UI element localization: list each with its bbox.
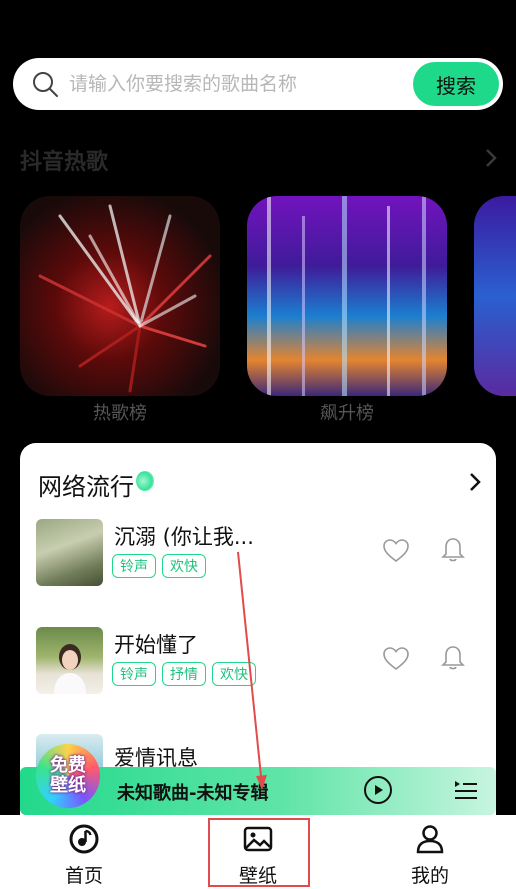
nav-item-profile[interactable]: 我的 (370, 815, 490, 889)
song-tag: 铃声 (112, 662, 156, 686)
bell-icon[interactable] (441, 645, 465, 671)
chart-card-third[interactable] (474, 196, 516, 396)
bell-icon[interactable] (441, 537, 465, 563)
title-accent-dot (136, 471, 154, 491)
song-tag: 抒情 (162, 662, 206, 686)
now-playing-text: 未知歌曲-未知专辑 (117, 783, 269, 804)
song-tag: 欢快 (162, 554, 206, 578)
user-icon (416, 825, 444, 854)
chevron-right-icon[interactable] (468, 472, 482, 492)
badge-text: 免费 (50, 755, 86, 776)
play-button[interactable] (364, 776, 392, 804)
search-button[interactable]: 搜索 (413, 62, 499, 106)
search-icon (33, 72, 58, 97)
nav-label: 首页 (64, 865, 103, 887)
album-cover (36, 519, 103, 586)
music-disc-icon (69, 824, 99, 854)
chevron-right-icon[interactable] (484, 148, 498, 168)
search-input[interactable] (69, 68, 409, 100)
abstract-artwork (267, 196, 426, 396)
song-title: 开始懂了 (114, 633, 198, 657)
song-title: 沉溺 (你让我... (114, 525, 254, 549)
highlight-box (208, 818, 310, 887)
song-tag: 铃声 (112, 554, 156, 578)
song-row[interactable]: 沉溺 (你让我... 铃声 欢快 (36, 519, 476, 589)
song-row[interactable]: 开始懂了 铃声 抒情 欢快 (36, 627, 476, 697)
playlist-icon[interactable] (454, 779, 478, 801)
free-wallpaper-badge[interactable]: 免费 壁纸 (36, 744, 100, 808)
chart-card-hot[interactable] (20, 196, 220, 396)
panel-title: 网络流行 (38, 473, 134, 501)
chart-card-rising[interactable] (247, 196, 447, 396)
song-tag: 欢快 (212, 662, 256, 686)
chart-card-label: 热歌榜 (93, 403, 147, 424)
section-title-hot: 抖音热歌 (20, 150, 109, 175)
search-bar: 搜索 (13, 58, 503, 110)
heart-icon[interactable] (383, 647, 409, 671)
fireworks-artwork (38, 204, 212, 393)
portrait-artwork (54, 644, 86, 694)
album-cover (36, 627, 103, 694)
nav-label: 我的 (410, 865, 449, 887)
heart-icon[interactable] (383, 539, 409, 563)
play-icon (375, 785, 383, 795)
app-screen: 搜索 抖音热歌 热歌榜 (0, 0, 516, 889)
nav-item-home[interactable]: 首页 (24, 815, 144, 889)
chart-card-label: 飙升榜 (320, 403, 374, 424)
badge-text: 壁纸 (50, 775, 86, 796)
